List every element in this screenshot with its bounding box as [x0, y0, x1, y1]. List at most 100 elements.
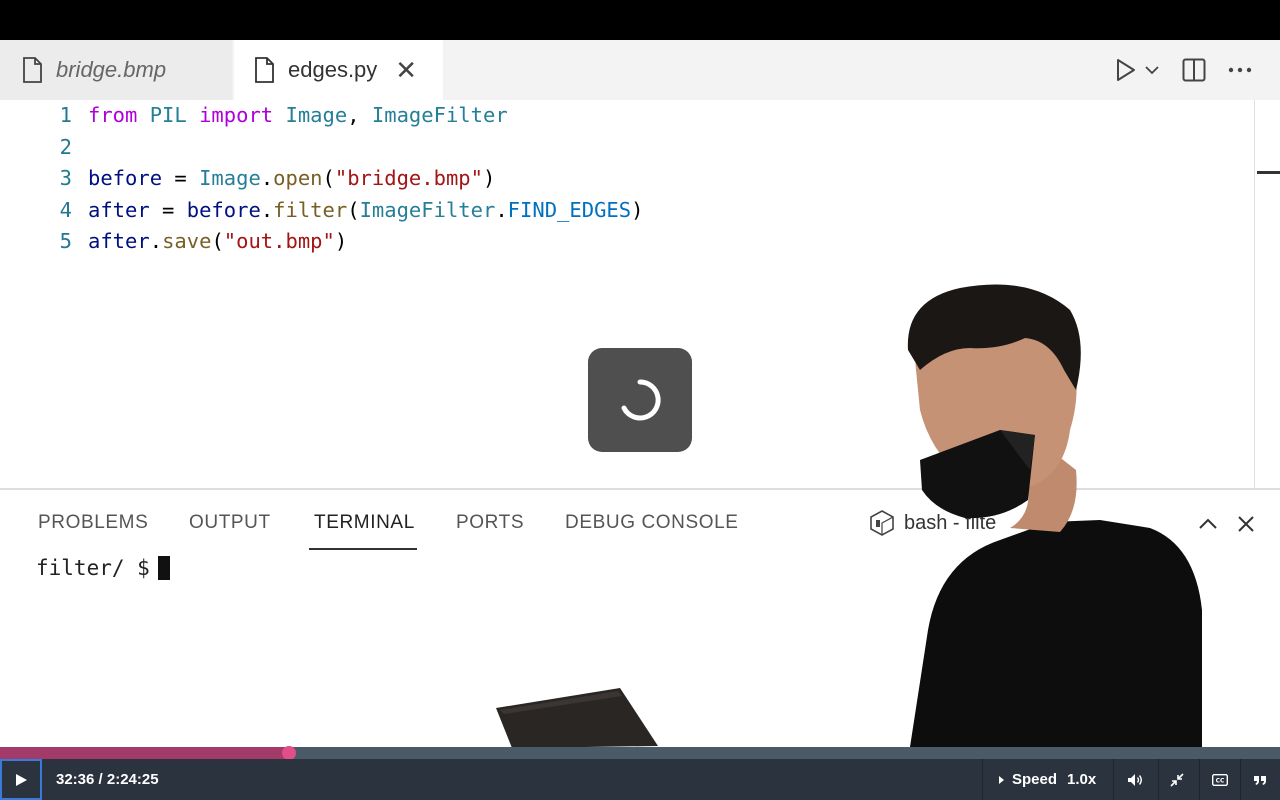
code-token: (: [322, 166, 335, 190]
line-number: 4: [59, 197, 72, 222]
line-number: 1: [59, 103, 72, 127]
chevron-down-icon: [1145, 66, 1159, 75]
quote-icon: [1254, 776, 1266, 785]
code-token: open: [273, 166, 323, 190]
time-display: 32:36 / 2:24:25: [56, 771, 159, 788]
player-controls: 32:36 / 2:24:25 Speed 1.0x CC: [0, 759, 1280, 800]
file-icon: [23, 57, 42, 83]
code-token: ,: [347, 103, 372, 127]
control-divider: [1240, 759, 1241, 800]
code-token: from: [88, 103, 138, 127]
code-token: ): [482, 166, 496, 190]
code-text: after.save("out.bmp"): [88, 229, 347, 253]
more-actions-button[interactable]: [1226, 56, 1254, 84]
play-icon: [1117, 59, 1135, 81]
split-editor-button[interactable]: [1180, 56, 1208, 84]
svg-text:CC: CC: [1216, 778, 1225, 785]
tab-label: bridge.bmp: [56, 57, 167, 82]
compress-icon: [1170, 773, 1184, 787]
spinner-icon: [621, 379, 661, 421]
code-token: before: [88, 166, 163, 190]
control-divider: [1199, 759, 1200, 800]
code-line[interactable]: 2: [0, 132, 88, 162]
editor-tab-bar: bridge.bmp edges.py ✕: [0, 40, 1280, 100]
captions-button[interactable]: CC: [1209, 769, 1231, 791]
code-token: after: [88, 229, 150, 253]
line-number: 5: [59, 229, 72, 253]
code-token: .: [495, 197, 508, 222]
closed-captions-icon: CC: [1212, 774, 1228, 786]
code-token: import: [199, 103, 274, 127]
ellipsis-icon: [1228, 67, 1252, 73]
volume-button[interactable]: [1124, 769, 1146, 791]
playback-speed-button[interactable]: Speed 1.0x: [998, 771, 1096, 788]
code-token: =: [149, 197, 187, 222]
code-token: (: [347, 197, 360, 222]
control-divider: [1158, 759, 1159, 800]
code-token: ImageFilter: [371, 103, 508, 127]
tab-ports[interactable]: PORTS: [456, 512, 524, 534]
presenter-image: [907, 284, 1202, 747]
split-editor-icon: [1182, 58, 1206, 82]
code-line[interactable]: 3 before = Image.open("bridge.bmp"): [0, 163, 496, 193]
terminal-cursor: [157, 556, 170, 580]
run-button[interactable]: [1112, 56, 1162, 84]
file-icon: [255, 57, 274, 83]
code-token: before: [186, 197, 261, 222]
active-tab-indicator: [309, 548, 417, 550]
control-divider: [1113, 759, 1114, 800]
code-token: =: [162, 166, 200, 190]
code-token: after: [88, 197, 150, 222]
progress-handle[interactable]: [281, 746, 296, 760]
loading-spinner: [588, 348, 692, 452]
line-number: 2: [59, 134, 72, 159]
exit-fullscreen-button[interactable]: [1166, 769, 1188, 791]
code-token: Image: [285, 103, 348, 127]
code-token: Image: [199, 166, 261, 190]
video-progress-bar[interactable]: [0, 746, 1280, 760]
code-token: ): [631, 197, 644, 222]
play-icon: [16, 773, 27, 786]
code-token: ): [334, 229, 348, 253]
control-divider: [982, 759, 983, 800]
code-token: .: [260, 197, 274, 222]
code-token: (: [211, 229, 224, 253]
progress-fill: [0, 747, 289, 759]
line-number: 3: [59, 166, 72, 190]
tab-output[interactable]: OUTPUT: [189, 512, 271, 534]
code-token: .: [260, 166, 274, 190]
speed-value: 1.0x: [1067, 771, 1097, 788]
transcript-button[interactable]: [1249, 769, 1271, 791]
code-token: "out.bmp": [223, 229, 335, 253]
code-line[interactable]: 5 after.save("out.bmp"): [0, 226, 348, 256]
code-line[interactable]: 1 from PIL import Image, ImageFilter: [0, 100, 508, 130]
laptop-image: [496, 688, 658, 747]
prompt-text: filter/ $: [36, 556, 150, 580]
code-token: PIL: [149, 103, 187, 127]
code-token: .: [149, 229, 163, 253]
video-frame[interactable]: bridge.bmp edges.py ✕ 1 from PIL import …: [0, 40, 1280, 747]
code-token: save: [162, 229, 212, 253]
tab-problems[interactable]: PROBLEMS: [38, 512, 148, 534]
tab-bridge-bmp[interactable]: bridge.bmp: [0, 40, 232, 100]
code-text: from PIL import Image, ImageFilter: [88, 103, 508, 127]
code-text: after = before.filter(ImageFilter.FIND_E…: [88, 198, 643, 222]
code-token: FIND_EDGES: [507, 197, 632, 222]
code-token: "bridge.bmp": [334, 166, 483, 190]
play-button[interactable]: [0, 759, 42, 800]
tab-terminal[interactable]: TERMINAL: [314, 512, 415, 534]
code-line[interactable]: 4 after = before.filter(ImageFilter.FIND_…: [0, 195, 644, 225]
tab-debug-console[interactable]: DEBUG CONSOLE: [565, 512, 739, 534]
code-token: filter: [273, 197, 348, 222]
close-icon[interactable]: ✕: [395, 57, 417, 83]
volume-icon: [1128, 774, 1142, 786]
speed-label: Speed: [1012, 771, 1058, 788]
code-text: before = Image.open("bridge.bmp"): [88, 166, 495, 190]
tab-label: edges.py: [288, 57, 378, 82]
terminal-prompt[interactable]: filter/ $: [36, 556, 170, 580]
tab-edges-py[interactable]: edges.py ✕: [234, 40, 443, 100]
scrollbar-thumb[interactable]: [1257, 171, 1280, 174]
